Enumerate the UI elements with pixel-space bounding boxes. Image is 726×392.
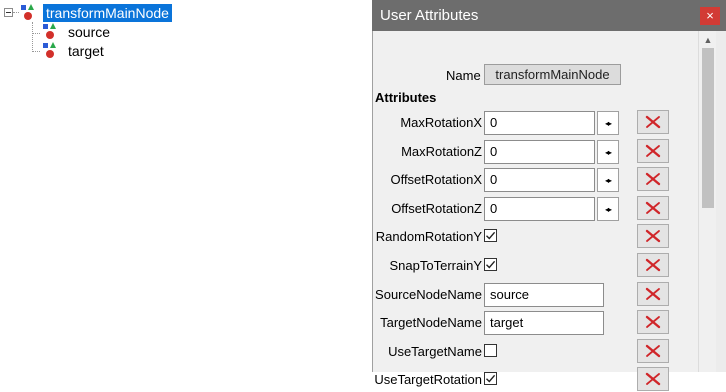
delete-attribute-button[interactable] xyxy=(637,310,669,334)
delete-x-icon xyxy=(645,258,661,272)
spin-arrows-icon[interactable]: ◂▸ xyxy=(597,111,619,135)
delete-attribute-button[interactable] xyxy=(637,139,669,163)
scrollbar-thumb[interactable] xyxy=(702,48,714,208)
number-input[interactable]: 0 xyxy=(484,168,595,192)
delete-x-icon xyxy=(645,287,661,301)
tree-node-label[interactable]: transformMainNode xyxy=(43,4,172,22)
delete-x-icon xyxy=(645,172,661,186)
scroll-up-arrow-icon[interactable]: ▲ xyxy=(699,31,717,48)
delete-x-icon xyxy=(645,372,661,386)
attribute-row: MaxRotationZ 0 ◂▸ xyxy=(373,139,699,164)
transform-node-icon xyxy=(20,4,38,22)
text-input[interactable]: target xyxy=(484,311,604,335)
attribute-label: RandomRotationY xyxy=(375,229,482,244)
delete-attribute-button[interactable] xyxy=(637,253,669,277)
transform-node-icon xyxy=(42,23,60,41)
attribute-label: OffsetRotationX xyxy=(390,172,482,187)
attribute-label: SnapToTerrainY xyxy=(389,258,483,273)
transform-node-icon xyxy=(42,42,60,60)
delete-attribute-button[interactable] xyxy=(637,282,669,306)
attribute-label: TargetNodeName xyxy=(380,315,482,330)
attribute-row: OffsetRotationZ 0 ◂▸ xyxy=(373,196,699,221)
delete-attribute-button[interactable] xyxy=(637,110,669,134)
vertical-scrollbar[interactable]: ▲ xyxy=(698,31,717,372)
name-label: Name xyxy=(446,68,481,83)
tree-connector xyxy=(32,51,40,52)
user-attributes-panel: User Attributes × Name transformMainNode… xyxy=(372,0,726,391)
delete-x-icon xyxy=(645,115,661,129)
spin-arrows-icon[interactable]: ◂▸ xyxy=(597,140,619,164)
attribute-row: RandomRotationY xyxy=(373,224,699,249)
delete-x-icon xyxy=(645,201,661,215)
attribute-label: OffsetRotationZ xyxy=(391,201,482,216)
attribute-row: OffsetRotationX 0 ◂▸ xyxy=(373,167,699,192)
tree-connector xyxy=(32,22,33,52)
spin-arrows-icon[interactable]: ◂▸ xyxy=(597,197,619,221)
tree-node-source[interactable]: source xyxy=(42,23,113,41)
attribute-row: TargetNodeName target xyxy=(373,310,699,335)
checkmark-icon xyxy=(486,374,496,383)
panel-titlebar[interactable]: User Attributes × xyxy=(372,0,726,31)
attribute-checkbox[interactable] xyxy=(484,344,497,357)
delete-x-icon xyxy=(645,315,661,329)
attribute-checkbox[interactable] xyxy=(484,229,497,242)
close-icon[interactable]: × xyxy=(700,7,720,25)
panel-edge xyxy=(716,31,726,372)
attribute-row: UseTargetName xyxy=(373,339,699,364)
attributes-heading: Attributes xyxy=(375,90,437,105)
attribute-label: MaxRotationX xyxy=(400,115,482,130)
delete-x-icon xyxy=(645,229,661,243)
checkmark-icon xyxy=(486,231,496,240)
checkmark-icon xyxy=(486,260,496,269)
attribute-label: MaxRotationZ xyxy=(401,144,482,159)
tree-node-label[interactable]: source xyxy=(65,23,113,41)
tree-node-root[interactable]: transformMainNode xyxy=(20,4,172,22)
tree-node-target[interactable]: target xyxy=(42,42,107,60)
attribute-label: UseTargetName xyxy=(388,344,482,359)
delete-x-icon xyxy=(645,144,661,158)
delete-attribute-button[interactable] xyxy=(637,224,669,248)
attribute-checkbox[interactable] xyxy=(484,372,497,385)
attribute-row: SnapToTerrainY xyxy=(373,253,699,278)
attribute-checkbox[interactable] xyxy=(484,258,497,271)
delete-attribute-button[interactable] xyxy=(637,367,669,391)
attribute-row: MaxRotationX 0 ◂▸ xyxy=(373,110,699,135)
delete-attribute-button[interactable] xyxy=(637,167,669,191)
spin-arrows-icon[interactable]: ◂▸ xyxy=(597,168,619,192)
delete-attribute-button[interactable] xyxy=(637,196,669,220)
number-input[interactable]: 0 xyxy=(484,111,595,135)
name-field: transformMainNode xyxy=(484,64,621,85)
tree-connector xyxy=(32,33,40,34)
delete-x-icon xyxy=(645,344,661,358)
attribute-row: SourceNodeName source xyxy=(373,282,699,307)
delete-attribute-button[interactable] xyxy=(637,339,669,363)
text-input[interactable]: source xyxy=(484,283,604,307)
collapse-toggle-icon[interactable] xyxy=(4,8,13,17)
tree-node-label[interactable]: target xyxy=(65,42,107,60)
number-input[interactable]: 0 xyxy=(484,197,595,221)
scene-tree: transformMainNode source target xyxy=(0,0,372,372)
number-input[interactable]: 0 xyxy=(484,140,595,164)
panel-title: User Attributes xyxy=(380,7,479,24)
attributes-content: Name transformMainNode Attributes MaxRot… xyxy=(372,31,699,391)
attribute-label: UseTargetRotation xyxy=(374,372,482,387)
tree-connector xyxy=(13,12,19,13)
attribute-label: SourceNodeName xyxy=(375,287,482,302)
